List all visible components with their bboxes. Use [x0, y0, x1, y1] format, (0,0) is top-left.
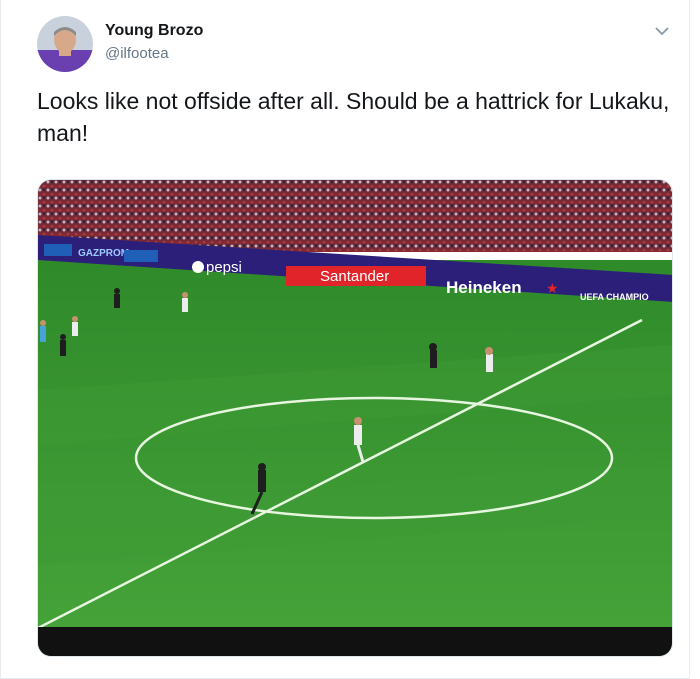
- tweet-text: Looks like not offside after all. Should…: [37, 88, 670, 146]
- avatar[interactable]: [37, 16, 93, 72]
- chevron-down-icon[interactable]: [653, 22, 671, 40]
- display-name[interactable]: Young Brozo: [105, 22, 203, 40]
- svg-text:★: ★: [546, 280, 559, 296]
- player-dark: [60, 334, 66, 356]
- player-white: [485, 347, 493, 372]
- user-handle[interactable]: @ilfootea: [105, 45, 169, 62]
- player-blue: [40, 320, 46, 342]
- board-pepsi: pepsi: [206, 259, 242, 276]
- board-santander: Santander: [320, 268, 389, 285]
- tv-bezel: [38, 627, 672, 656]
- tweet-card[interactable]: Young Brozo @ilfootea Looks like not off…: [0, 0, 690, 679]
- board-gazprom: GAZPROM: [78, 248, 129, 259]
- player-dark: [114, 288, 120, 308]
- board-ucl: UEFA CHAMPIO: [580, 292, 649, 302]
- player-white: [72, 316, 78, 336]
- player-white: [182, 292, 188, 312]
- board-heineken: Heineken: [446, 278, 522, 297]
- pitch: [38, 260, 672, 656]
- tweet-photo[interactable]: GAZPROM pepsi Santander Heineken ★ UEFA …: [37, 179, 673, 657]
- player-dark: [429, 343, 437, 368]
